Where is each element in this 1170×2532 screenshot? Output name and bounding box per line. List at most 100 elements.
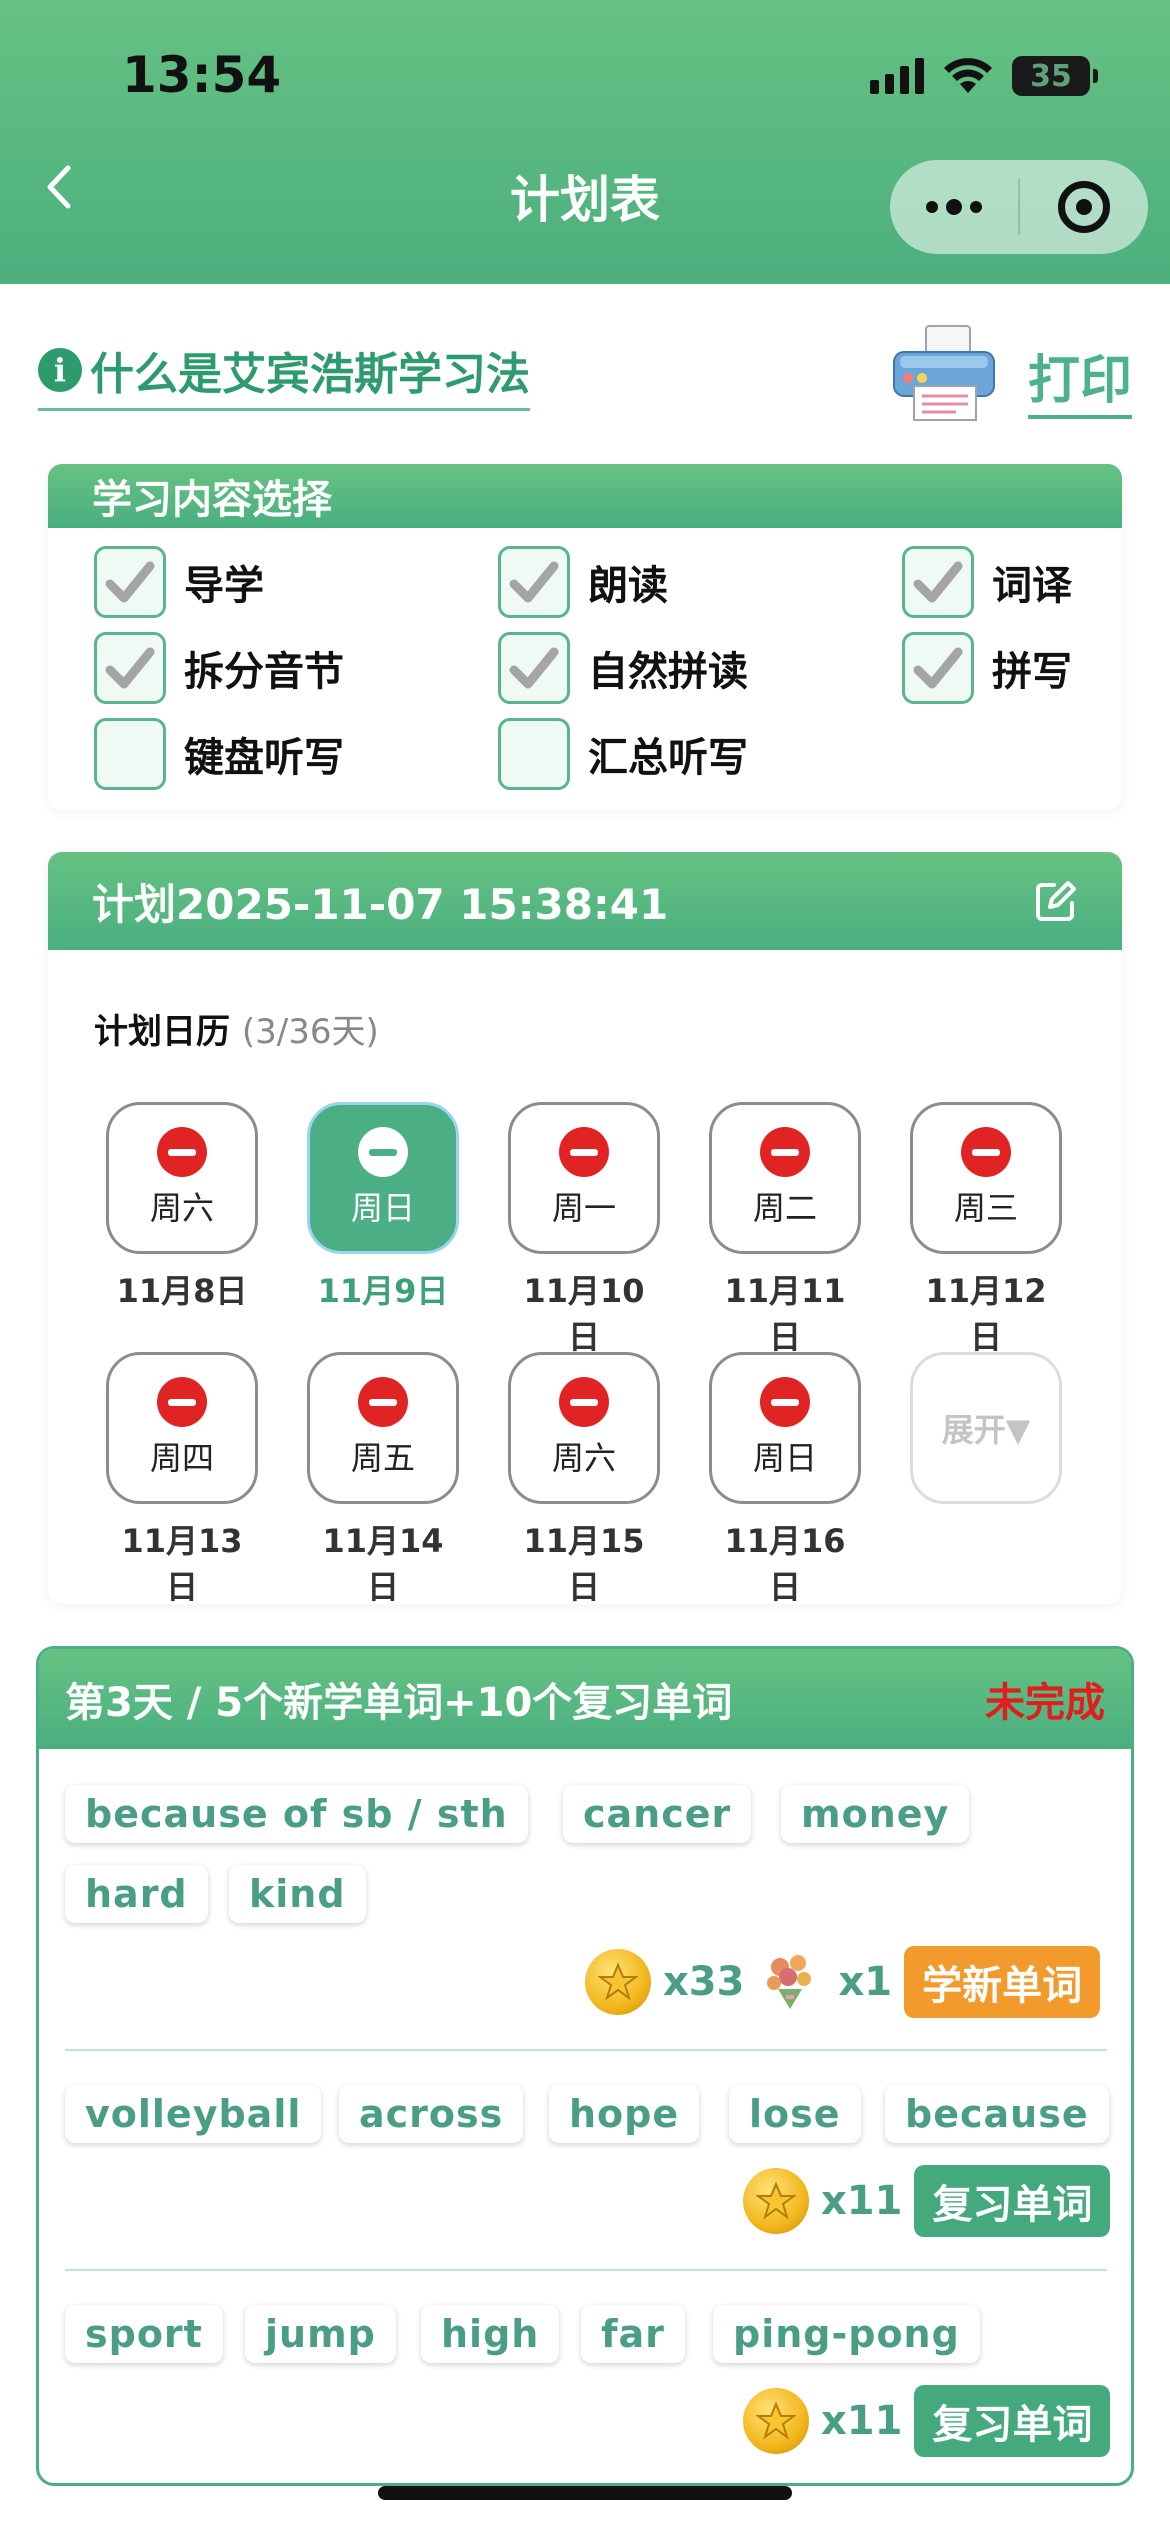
word-chip[interactable]: lose bbox=[729, 2085, 861, 2143]
checkbox[interactable] bbox=[498, 632, 570, 704]
checkbox[interactable] bbox=[902, 632, 974, 704]
word-chip[interactable]: because bbox=[885, 2085, 1109, 2143]
status-icons: 35 bbox=[870, 56, 1098, 96]
day-weekday: 周四 bbox=[149, 1439, 214, 1477]
calendar-day[interactable]: 周六 11月8日 bbox=[106, 1102, 258, 1312]
word-chip[interactable]: money bbox=[781, 1785, 970, 1843]
remove-icon bbox=[157, 1377, 207, 1427]
printer-icon[interactable] bbox=[886, 320, 1006, 424]
info-link-text: 什么是艾宾浩斯学习法 bbox=[90, 349, 530, 400]
target-icon bbox=[1058, 181, 1110, 233]
day-date: 11月11日 bbox=[724, 1272, 846, 1356]
status-badge: 未完成 bbox=[985, 1680, 1105, 1726]
learn-new-words-button[interactable]: 学新单词 bbox=[904, 1946, 1101, 2018]
calendar-day[interactable]: 周日 11月16日 bbox=[709, 1352, 861, 1608]
expand-box: 展开▼ bbox=[910, 1352, 1062, 1504]
coin-icon bbox=[743, 2168, 809, 2234]
word-chip[interactable]: ping-pong bbox=[713, 2305, 980, 2363]
day-box: 周二 bbox=[709, 1102, 861, 1254]
checkmark-icon bbox=[105, 647, 155, 689]
word-chip[interactable]: hard bbox=[65, 1865, 208, 1923]
info-icon: i bbox=[38, 348, 82, 392]
coin-count: x11 bbox=[821, 2398, 903, 2444]
checkbox[interactable] bbox=[94, 546, 166, 618]
checkbox[interactable] bbox=[498, 546, 570, 618]
review-reward: x11 复习单词 bbox=[743, 2165, 1111, 2237]
word-chip[interactable]: kind bbox=[229, 1865, 366, 1923]
print-button[interactable]: 打印 bbox=[1028, 338, 1133, 419]
option-label: 自然拼读 bbox=[588, 649, 748, 695]
coin-icon bbox=[585, 1949, 651, 2015]
miniprogram-capsule bbox=[890, 160, 1148, 254]
option-keyboard-dictation[interactable]: 键盘听写 bbox=[94, 718, 344, 790]
expand-label: 展开▼ bbox=[941, 1411, 1031, 1449]
checkbox[interactable] bbox=[94, 632, 166, 704]
day-date: 11月15日 bbox=[523, 1522, 645, 1606]
remove-icon bbox=[559, 1377, 609, 1427]
calendar-day[interactable]: 周六 11月15日 bbox=[508, 1352, 660, 1608]
word-chip[interactable]: sport bbox=[65, 2305, 223, 2363]
calendar-day[interactable]: 周三 11月12日 bbox=[910, 1102, 1062, 1358]
wifi-icon bbox=[944, 58, 992, 93]
word-chip[interactable]: because of sb / sth bbox=[65, 1785, 528, 1843]
option-summary-dictation[interactable]: 汇总听写 bbox=[498, 718, 748, 790]
day-date: 11月10日 bbox=[523, 1272, 645, 1356]
word-chip[interactable]: cancer bbox=[563, 1785, 752, 1843]
cellular-signal-icon bbox=[870, 58, 924, 94]
calendar-day[interactable]: 周二 11月11日 bbox=[709, 1102, 861, 1358]
option-syllables[interactable]: 拆分音节 bbox=[94, 632, 344, 704]
coin-icon bbox=[743, 2388, 809, 2454]
battery-icon: 35 bbox=[1012, 56, 1098, 96]
calendar-day[interactable]: 周五 11月14日 bbox=[307, 1352, 459, 1608]
new-words-reward: x33 x1 学新单词 bbox=[585, 1945, 1101, 2019]
day-date: 11月16日 bbox=[724, 1522, 846, 1606]
day-box: 周一 bbox=[508, 1102, 660, 1254]
word-chip[interactable]: volleyball bbox=[65, 2085, 322, 2143]
calendar-day-selected[interactable]: 周日 11月9日 bbox=[307, 1102, 459, 1312]
checkbox[interactable] bbox=[902, 546, 974, 618]
day-weekday: 周三 bbox=[953, 1189, 1018, 1227]
option-guide[interactable]: 导学 bbox=[94, 546, 264, 618]
option-label: 汇总听写 bbox=[588, 735, 748, 781]
day-date: 11月9日 bbox=[317, 1272, 449, 1310]
edit-icon[interactable] bbox=[1034, 879, 1078, 923]
checkmark-icon bbox=[509, 647, 559, 689]
word-chip[interactable]: high bbox=[421, 2305, 560, 2363]
day-weekday: 周一 bbox=[551, 1189, 616, 1227]
calendar-day[interactable]: 周一 11月10日 bbox=[508, 1102, 660, 1358]
option-translation[interactable]: 词译 bbox=[902, 546, 1072, 618]
checkmark-icon bbox=[913, 647, 963, 689]
checkmark-icon bbox=[105, 561, 155, 603]
calendar-progress: (3/36天) bbox=[241, 1012, 379, 1052]
remove-icon bbox=[961, 1127, 1011, 1177]
option-read-aloud[interactable]: 朗读 bbox=[498, 546, 668, 618]
day-box: 周五 bbox=[307, 1352, 459, 1504]
option-spelling[interactable]: 拼写 bbox=[902, 632, 1072, 704]
day-weekday: 周二 bbox=[752, 1189, 817, 1227]
checkbox[interactable] bbox=[498, 718, 570, 790]
option-label: 拆分音节 bbox=[184, 649, 344, 695]
review-words-button[interactable]: 复习单词 bbox=[914, 2165, 1111, 2237]
word-chip[interactable]: far bbox=[581, 2305, 685, 2363]
day-weekday: 周五 bbox=[350, 1439, 415, 1477]
close-miniprogram-button[interactable] bbox=[1020, 181, 1148, 233]
word-chip[interactable]: hope bbox=[549, 2085, 700, 2143]
expand-calendar-button[interactable]: 展开▼ bbox=[910, 1352, 1062, 1504]
gift-count: x1 bbox=[838, 1959, 893, 2005]
plan-card: 计划2025-11-07 15:38:41 计划日历 (3/36天) 周六 11… bbox=[48, 852, 1122, 1606]
home-indicator[interactable] bbox=[378, 2486, 792, 2500]
day-weekday: 周六 bbox=[551, 1439, 616, 1477]
day-box: 周三 bbox=[910, 1102, 1062, 1254]
option-phonics[interactable]: 自然拼读 bbox=[498, 632, 748, 704]
review-words-button[interactable]: 复习单词 bbox=[914, 2385, 1111, 2457]
word-chip[interactable]: across bbox=[339, 2085, 524, 2143]
remove-icon bbox=[157, 1127, 207, 1177]
more-menu-icon[interactable] bbox=[890, 160, 1018, 254]
plan-header: 计划2025-11-07 15:38:41 bbox=[48, 852, 1122, 950]
day-date: 11月13日 bbox=[121, 1522, 243, 1606]
content-select-card: 学习内容选择 导学 朗读 词译 拆分音节 自然拼读 拼写 键盘听写 汇总听写 bbox=[48, 464, 1122, 810]
ebbinghaus-info-link[interactable]: i 什么是艾宾浩斯学习法 bbox=[38, 338, 530, 411]
calendar-day[interactable]: 周四 11月13日 bbox=[106, 1352, 258, 1608]
checkbox[interactable] bbox=[94, 718, 166, 790]
word-chip[interactable]: jump bbox=[245, 2305, 396, 2363]
